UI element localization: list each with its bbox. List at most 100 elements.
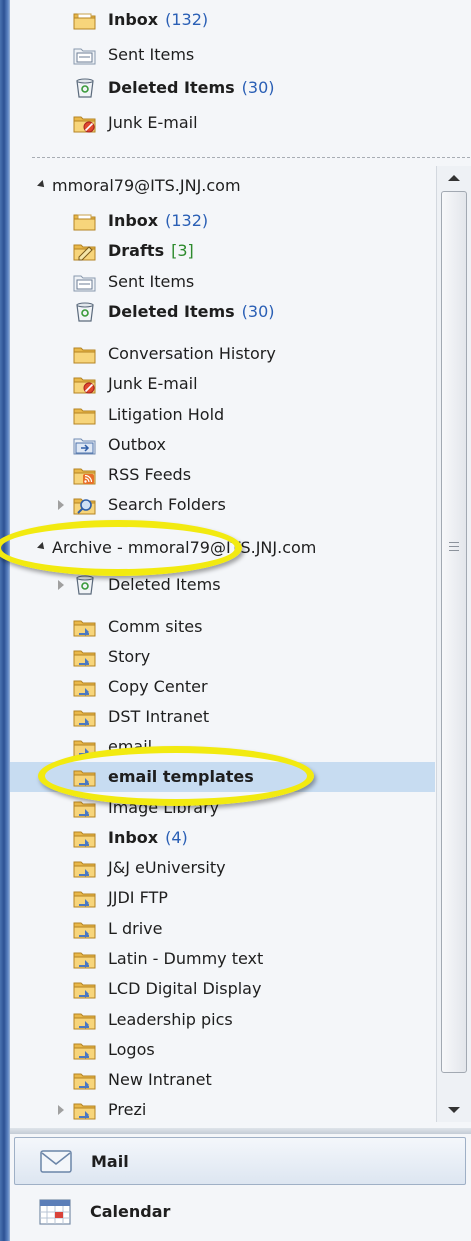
folder-label: Comm sites bbox=[108, 617, 203, 636]
folder-item[interactable]: Search Folders bbox=[10, 490, 435, 520]
outbox-icon bbox=[73, 438, 96, 455]
folder-item[interactable]: J&J eUniversity bbox=[10, 853, 435, 883]
folder-item[interactable]: Deleted Items (30) bbox=[10, 73, 435, 103]
scroll-down-arrow-icon bbox=[448, 1107, 460, 1113]
folder-label: Inbox (132) bbox=[108, 10, 209, 29]
archive-folder-icon bbox=[73, 922, 96, 939]
account-name: mmoral79@ITS.JNJ.com bbox=[52, 176, 241, 195]
sent-items-icon bbox=[73, 275, 96, 292]
folder-tree: mmoral79@ITS.JNJ.com Inbox (132) Drafts [3] S… bbox=[10, 166, 435, 1121]
scroll-up-arrow-icon bbox=[448, 175, 460, 181]
folder-label: Logos bbox=[108, 1040, 155, 1059]
folder-item[interactable]: DST Intranet bbox=[10, 702, 435, 732]
folder-label: Story bbox=[108, 647, 151, 666]
folder-label: Drafts [3] bbox=[108, 241, 194, 260]
nav-mail-label: Mail bbox=[91, 1151, 129, 1171]
folder-label: RSS Feeds bbox=[108, 465, 192, 484]
deleted-items-icon bbox=[76, 78, 94, 98]
folder-label: Outbox bbox=[108, 435, 166, 454]
inbox-icon bbox=[73, 214, 96, 231]
folder-item[interactable]: Copy Center bbox=[10, 672, 435, 702]
folder-label: Copy Center bbox=[108, 677, 208, 696]
unread-count: (132) bbox=[165, 211, 209, 230]
folder-item[interactable]: Logos bbox=[10, 1035, 435, 1065]
archive-folder-icon bbox=[73, 861, 96, 878]
sent-items-icon bbox=[73, 48, 96, 65]
expand-triangle-icon[interactable] bbox=[58, 500, 64, 510]
folder-item[interactable]: New Intranet bbox=[10, 1065, 435, 1095]
folder-icon bbox=[73, 408, 96, 425]
calendar-icon bbox=[39, 1199, 71, 1225]
folder-item[interactable]: Deleted Items (30) bbox=[10, 297, 435, 327]
nav-calendar-label: Calendar bbox=[90, 1201, 171, 1221]
navigation-pane: Inbox (132) Sent Items Deleted Items (30) Jun… bbox=[10, 0, 471, 1241]
folder-label: Deleted Items (30) bbox=[108, 78, 275, 97]
folder-label: Deleted Items (30) bbox=[108, 302, 275, 321]
archive-folder-icon bbox=[73, 801, 96, 818]
section-divider[interactable] bbox=[32, 157, 470, 158]
folder-item[interactable]: JJDI FTP bbox=[10, 883, 435, 913]
folder-item[interactable]: Inbox (132) bbox=[10, 5, 435, 35]
folder-item[interactable]: Litigation Hold bbox=[10, 400, 435, 430]
highlight-ellipse-email-templates bbox=[38, 746, 314, 806]
folder-item[interactable]: L drive bbox=[10, 914, 435, 944]
folder-item[interactable]: Junk E-mail bbox=[10, 369, 435, 399]
expand-triangle-icon[interactable] bbox=[58, 580, 64, 590]
folder-item[interactable]: Story bbox=[10, 642, 435, 672]
unread-count: [3] bbox=[171, 241, 194, 260]
folder-item[interactable]: Conversation History bbox=[10, 339, 435, 369]
folder-item[interactable]: Deleted Items bbox=[10, 570, 435, 600]
folder-item[interactable]: Outbox bbox=[10, 430, 435, 460]
account-header[interactable]: mmoral79@ITS.JNJ.com bbox=[10, 171, 435, 201]
scroll-up-button[interactable] bbox=[437, 166, 471, 190]
archive-folder-icon bbox=[73, 982, 96, 999]
folder-item[interactable]: Comm sites bbox=[10, 612, 435, 642]
mail-envelope-icon bbox=[40, 1150, 72, 1173]
unread-count: (4) bbox=[165, 828, 188, 847]
junk-email-icon bbox=[73, 377, 96, 394]
junk-email-icon bbox=[73, 116, 96, 133]
favorites-section: Inbox (132) Sent Items Deleted Items (30) Jun… bbox=[10, 0, 470, 150]
folder-label: New Intranet bbox=[108, 1070, 212, 1089]
scroll-down-button[interactable] bbox=[437, 1098, 471, 1122]
folder-label: J&J eUniversity bbox=[108, 858, 226, 877]
rss-feeds-icon bbox=[73, 468, 96, 485]
archive-folder-icon bbox=[73, 952, 96, 969]
unread-count: (30) bbox=[241, 78, 275, 97]
archive-folder-icon bbox=[73, 831, 96, 848]
folder-item[interactable]: RSS Feeds bbox=[10, 460, 435, 490]
nav-mail-button[interactable]: Mail bbox=[14, 1137, 466, 1185]
folder-item[interactable]: Inbox (4) bbox=[10, 823, 435, 853]
folder-label: Conversation History bbox=[108, 344, 276, 363]
folder-label: Sent Items bbox=[108, 45, 195, 64]
folder-label: JJDI FTP bbox=[108, 888, 168, 907]
folder-item[interactable]: Inbox (132) bbox=[10, 206, 435, 236]
archive-folder-icon bbox=[73, 650, 96, 667]
folder-item[interactable]: LCD Digital Display bbox=[10, 974, 435, 1004]
archive-folder-icon bbox=[73, 1013, 96, 1030]
folder-label: Sent Items bbox=[108, 272, 195, 291]
folder-item[interactable]: Latin - Dummy text bbox=[10, 944, 435, 974]
nav-calendar-button[interactable]: Calendar bbox=[14, 1188, 464, 1234]
folder-label: L drive bbox=[108, 919, 163, 938]
folder-item[interactable]: Sent Items bbox=[10, 267, 435, 297]
folder-label: Leadership pics bbox=[108, 1010, 233, 1029]
nav-splitter[interactable] bbox=[10, 1128, 471, 1134]
deleted-items-icon bbox=[76, 302, 94, 322]
unread-count: (30) bbox=[241, 302, 275, 321]
collapse-arrow-icon[interactable] bbox=[37, 180, 47, 190]
expand-triangle-icon[interactable] bbox=[58, 1105, 64, 1115]
folder-item[interactable]: Leadership pics bbox=[10, 1005, 435, 1035]
folder-tree-scrollbar[interactable] bbox=[436, 166, 471, 1122]
folder-label: LCD Digital Display bbox=[108, 979, 262, 998]
scrollbar-thumb[interactable] bbox=[441, 191, 467, 1073]
archive-folder-icon bbox=[73, 680, 96, 697]
folder-item[interactable]: Junk E-mail bbox=[10, 108, 435, 138]
folder-label: Inbox (4) bbox=[108, 828, 188, 847]
folder-item[interactable]: Prezi bbox=[10, 1095, 435, 1121]
folder-item[interactable]: Drafts [3] bbox=[10, 236, 435, 266]
folder-item[interactable]: Sent Items bbox=[10, 40, 435, 70]
inbox-icon bbox=[73, 13, 96, 30]
archive-folder-icon bbox=[73, 620, 96, 637]
deleted-items-icon bbox=[76, 575, 94, 595]
